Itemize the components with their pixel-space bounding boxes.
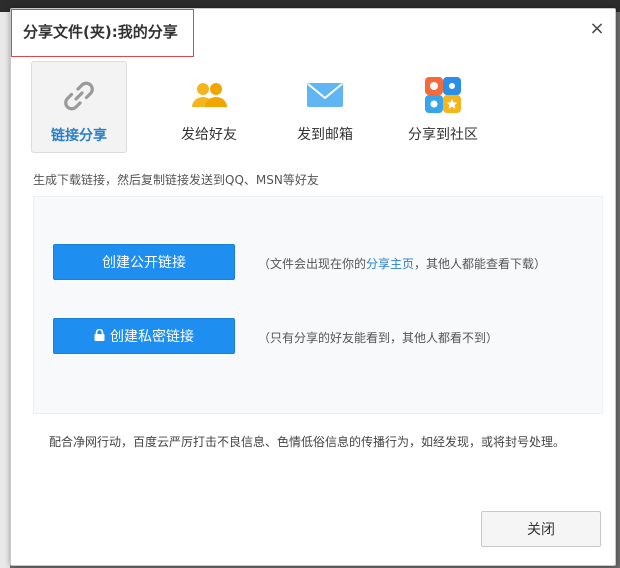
tab-link-share[interactable]: 链接分享 <box>31 61 127 153</box>
share-homepage-link[interactable]: 分享主页 <box>366 257 414 271</box>
community-icon <box>425 77 461 113</box>
button-label: 创建公开链接 <box>102 255 186 271</box>
private-link-note: （只有分享的好友能看到，其他人都看不到） <box>258 331 499 345</box>
friends-icon <box>192 83 227 107</box>
close-button[interactable]: 关闭 <box>481 511 601 547</box>
tab-share-community[interactable]: 分享到社区 <box>395 61 491 153</box>
title-highlight-box <box>11 9 194 57</box>
link-icon <box>64 81 94 111</box>
tab-label: 分享到社区 <box>408 127 478 143</box>
dialog-title-bar: 分享文件(夹):我的分享 × <box>11 9 615 57</box>
create-private-link-button[interactable]: 创建私密链接 <box>53 318 235 354</box>
tab-label: 发给好友 <box>181 127 237 143</box>
button-label: 创建私密链接 <box>110 329 194 345</box>
tab-send-email[interactable]: 发到邮箱 <box>277 61 373 153</box>
note-text: ，其他人都能查看下载） <box>414 257 547 271</box>
button-label: 关闭 <box>527 522 555 538</box>
link-options-panel: 创建公开链接 （文件会出现在你的分享主页，其他人都能查看下载） 创建私密链接 （… <box>33 196 603 414</box>
close-icon[interactable]: × <box>587 19 607 39</box>
tab-label: 链接分享 <box>51 128 107 144</box>
share-description: 生成下载链接，然后复制链接发送到QQ、MSN等好友 <box>33 173 319 187</box>
tab-label: 发到邮箱 <box>297 127 353 143</box>
share-method-tabs: 链接分享 发给好友 发到邮箱 分享到社区 <box>31 61 591 153</box>
lock-icon <box>94 329 105 341</box>
tab-send-friends[interactable]: 发给好友 <box>161 61 257 153</box>
policy-notice: 配合净网行动，百度云严厉打击不良信息、色情低俗信息的传播行为，如经发现，或将封号… <box>49 435 566 449</box>
public-link-note: （文件会出现在你的分享主页，其他人都能查看下载） <box>258 255 546 272</box>
background-page-edge <box>0 12 10 568</box>
note-text: （文件会出现在你的 <box>258 257 367 271</box>
share-dialog: 分享文件(夹):我的分享 × 链接分享 发给好友 发到邮箱 分享到社区 生成下载… <box>10 8 616 566</box>
mail-icon <box>307 83 343 107</box>
create-public-link-button[interactable]: 创建公开链接 <box>53 244 235 280</box>
